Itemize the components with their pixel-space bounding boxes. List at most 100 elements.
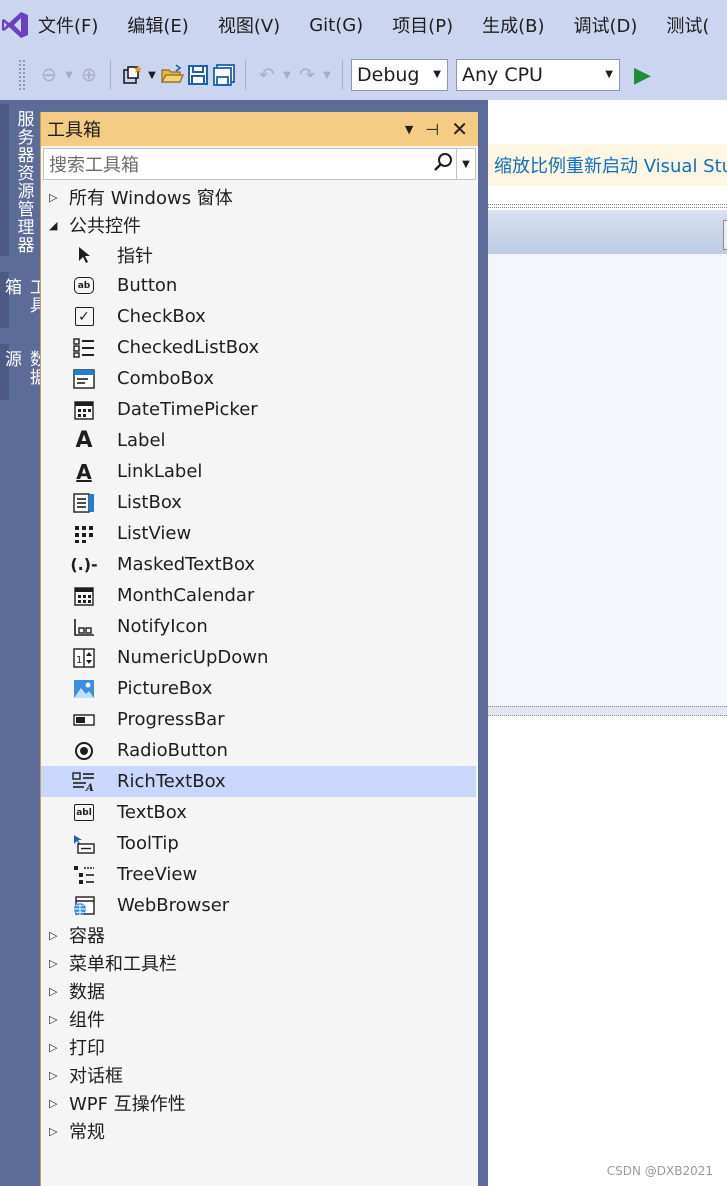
svg-text:1: 1 [76,655,82,666]
expand-arrow-icon[interactable]: ▷ [49,1125,69,1138]
checkbox-icon: ✓ [69,307,99,326]
toolbox-item-textbox[interactable]: abl TextBox [41,797,478,828]
toolbox-item-combobox[interactable]: ComboBox [41,363,478,394]
category-dialogs[interactable]: ▷ 对话框 [41,1061,478,1089]
solution-platform-select[interactable]: Any CPU ▼ [456,59,620,91]
toolbox-item-pointer[interactable]: 指针 [41,239,478,270]
toolbox-item-radiobutton[interactable]: RadioButton [41,735,478,766]
expand-arrow-icon[interactable]: ▷ [49,1041,69,1054]
category-label: WPF 互操作性 [69,1094,186,1115]
toolbox-item-listview[interactable]: ListView [41,518,478,549]
toolbar-separator [342,60,343,90]
category-all-windows-forms[interactable]: ▷ 所有 Windows 窗体 [41,183,478,211]
search-icon[interactable] [433,152,453,177]
maskedtextbox-icon: (.)- [70,555,98,574]
start-debugging-icon[interactable]: ▶ [634,63,651,88]
toolbox-item-monthcalendar[interactable]: MonthCalendar [41,580,478,611]
tab-toolbox[interactable]: 工具箱 [0,272,46,328]
category-common-controls[interactable]: ◢ 公共控件 [41,211,478,239]
category-label: 所有 Windows 窗体 [69,188,233,209]
undo-icon[interactable]: ↶ [254,60,280,90]
toolbox-item-checkedlistbox[interactable]: CheckedListBox [41,332,478,363]
toolbox-item-listbox[interactable]: ListBox [41,487,478,518]
expand-arrow-icon[interactable]: ▷ [49,1097,69,1110]
toolbox-item-label: CheckedListBox [117,337,260,358]
toolbox-item-progressbar[interactable]: ProgressBar [41,704,478,735]
toolbox-search-input[interactable]: 搜索工具箱 ▼ [43,148,476,180]
toolbox-item-linklabel[interactable]: A LinkLabel [41,456,478,487]
tab-data-sources[interactable]: 数据源 [0,344,46,400]
form-designer-surface[interactable] [488,254,727,706]
menu-debug[interactable]: 调试(D) [566,12,646,38]
toolbox-item-picturebox[interactable]: PictureBox [41,673,478,704]
richtextbox-icon: A [69,771,99,792]
toolbox-item-webbrowser[interactable]: WebBrowser [41,890,478,921]
menu-test[interactable]: 测试( [658,12,717,38]
save-icon[interactable] [185,60,211,90]
new-project-dropdown-icon[interactable]: ▼ [145,60,159,90]
category-label: 容器 [69,926,105,947]
close-icon[interactable]: ✕ [451,117,468,141]
toolbox-item-tooltip[interactable]: ToolTip [41,828,478,859]
category-wpf-interop[interactable]: ▷ WPF 互操作性 [41,1089,478,1117]
search-options-dropdown-icon[interactable]: ▼ [456,149,475,179]
expand-arrow-icon[interactable]: ▷ [49,1069,69,1082]
menu-project[interactable]: 项目(P) [384,12,461,38]
info-bar-link[interactable]: 缩放比例重新启动 Visual Stu [494,152,727,178]
toolbox-item-maskedtextbox[interactable]: (.)- MaskedTextBox [41,549,478,580]
back-dropdown-icon[interactable]: ▼ [62,60,76,90]
window-position-dropdown-icon[interactable]: ▼ [405,123,413,136]
menu-edit[interactable]: 编辑(E) [119,12,196,38]
toolbox-item-label: CheckBox [117,306,206,327]
pin-icon[interactable]: ⊣ [425,120,439,139]
info-bar: 缩放比例重新启动 Visual Stu [488,144,727,186]
category-containers[interactable]: ▷ 容器 [41,921,478,949]
category-data[interactable]: ▷ 数据 [41,977,478,1005]
save-all-icon[interactable] [211,60,237,90]
expand-arrow-icon[interactable]: ▷ [49,929,69,942]
form-title-bar[interactable] [488,210,727,254]
toolbar-separator [110,60,111,90]
toolbox-title: 工具箱 [47,120,101,141]
editor-area: 缩放比例重新启动 Visual Stu CSDN @DXB2021 [488,100,727,1186]
toolbar-grip[interactable] [18,59,26,91]
expand-arrow-icon[interactable]: ▷ [49,191,69,204]
forward-icon[interactable]: ⊕ [76,60,102,90]
toolbox-item-button[interactable]: ab Button [41,270,478,301]
category-printing[interactable]: ▷ 打印 [41,1033,478,1061]
toolbox-item-label: NumericUpDown [117,647,269,668]
toolbox-title-bar[interactable]: 工具箱 ▼ ⊣ ✕ [41,112,478,146]
menu-view[interactable]: 视图(V) [210,12,288,38]
visual-studio-logo-icon[interactable] [0,0,30,50]
category-menus-toolbars[interactable]: ▷ 菜单和工具栏 [41,949,478,977]
category-components[interactable]: ▷ 组件 [41,1005,478,1033]
form-resize-handle[interactable] [723,220,727,250]
toolbox-item-checkbox[interactable]: ✓ CheckBox [41,301,478,332]
expand-arrow-icon[interactable]: ▷ [49,1013,69,1026]
tab-server-explorer[interactable]: 服务器资源管理器 [0,104,40,256]
redo-icon[interactable]: ↷ [294,60,320,90]
toolbox-item-richtextbox[interactable]: A RichTextBox [41,766,476,797]
toolbox-item-treeview[interactable]: TreeView [41,859,478,890]
redo-dropdown-icon[interactable]: ▼ [320,60,334,90]
expand-arrow-icon[interactable]: ▷ [49,985,69,998]
toolbox-item-numericupdown[interactable]: 1 NumericUpDown [41,642,478,673]
solution-platform-value: Any CPU [462,64,543,86]
new-project-icon[interactable] [119,60,145,90]
chevron-down-icon: ▼ [433,69,441,80]
radiobutton-icon [69,741,99,761]
solution-configuration-select[interactable]: Debug ▼ [351,59,448,91]
menu-file[interactable]: 文件(F) [30,12,106,38]
toolbox-item-datetimepicker[interactable]: DateTimePicker [41,394,478,425]
menu-git[interactable]: Git(G) [301,15,371,36]
category-general[interactable]: ▷ 常规 [41,1117,478,1145]
category-label: 公共控件 [69,216,141,237]
expand-arrow-icon[interactable]: ▷ [49,957,69,970]
toolbox-item-notifyicon[interactable]: NotifyIcon [41,611,478,642]
menu-build[interactable]: 生成(B) [474,12,552,38]
collapse-arrow-icon[interactable]: ◢ [49,219,69,232]
undo-dropdown-icon[interactable]: ▼ [280,60,294,90]
toolbox-item-label[interactable]: A Label [41,425,478,456]
back-icon[interactable]: ⊖ [36,60,62,90]
open-folder-icon[interactable] [159,60,185,90]
